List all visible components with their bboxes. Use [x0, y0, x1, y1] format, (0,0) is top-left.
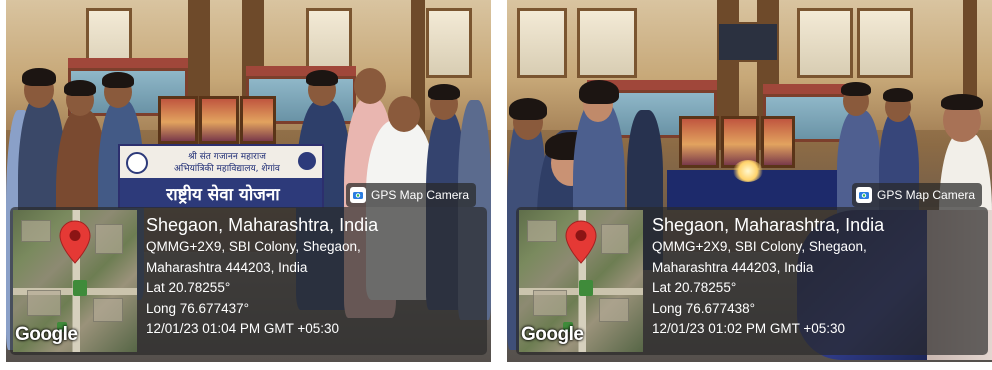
location-pin-icon	[565, 220, 597, 264]
portrait-frame	[199, 96, 239, 144]
window	[797, 8, 853, 78]
person-hair	[941, 94, 983, 110]
person-head	[354, 68, 386, 104]
notice-board	[717, 22, 779, 62]
person-head	[388, 96, 420, 132]
gps-details: Shegaon, Maharashtra, India QMMG+2X9, SB…	[652, 213, 884, 340]
gps-longitude: Long 76.677437°	[146, 300, 249, 316]
map-thumbnail: Google	[13, 210, 137, 352]
person-hair	[579, 80, 619, 104]
map-thumbnail: Google	[519, 210, 643, 352]
gps-datetime: 12/01/23 01:02 PM GMT +05:30	[652, 321, 846, 336]
gps-address-line-1: QMMG+2X9, SBI Colony, Shegaon,	[652, 239, 867, 254]
person-hair	[306, 70, 338, 86]
gps-address-line-1: QMMG+2X9, SBI Colony, Shegaon,	[146, 239, 361, 254]
portrait-frame	[240, 96, 276, 144]
gps-camera-tag: GPS Map Camera	[346, 183, 477, 207]
gps-map-camera-icon	[856, 187, 872, 203]
gps-info-card: Google Shegaon, Maharashtra, India QMMG+…	[516, 207, 988, 355]
location-pin-icon	[59, 220, 91, 264]
gps-details: Shegaon, Maharashtra, India QMMG+2X9, SB…	[146, 213, 378, 340]
google-logo: Google	[15, 324, 78, 345]
portrait-frame	[761, 116, 795, 168]
college-emblem-icon	[126, 152, 148, 174]
window	[577, 8, 637, 78]
google-logo: Google	[521, 324, 584, 345]
person-hair	[428, 84, 460, 100]
portrait-frame	[679, 116, 719, 168]
gps-datetime: 12/01/23 01:04 PM GMT +05:30	[146, 321, 340, 336]
window	[517, 8, 567, 78]
gps-map-camera-icon	[350, 187, 366, 203]
banner-title: राष्ट्रीय सेवा योजना	[166, 185, 280, 205]
person-hair	[509, 98, 547, 120]
gps-address-line-2: Maharashtra 444203, India	[652, 259, 814, 275]
person-hair	[841, 82, 871, 96]
gps-city: Shegaon, Maharashtra, India	[652, 215, 885, 235]
person-hair	[64, 80, 96, 96]
gps-latitude: Lat 20.78255°	[652, 280, 737, 295]
window	[857, 8, 913, 78]
gps-city: Shegaon, Maharashtra, India	[146, 215, 379, 235]
gps-app-label: GPS Map Camera	[371, 188, 470, 202]
portrait-frame	[158, 96, 198, 144]
gps-info-card: Google Shegaon, Maharashtra, India QMMG+…	[10, 207, 487, 355]
gps-app-label: GPS Map Camera	[877, 188, 976, 202]
person-hair	[102, 72, 134, 88]
window	[426, 8, 472, 78]
diya-lamp	[733, 160, 763, 182]
gps-camera-tag: GPS Map Camera	[852, 183, 983, 207]
event-photo-left: श्री संत गजानन महाराज अभियांत्रिकी महावि…	[6, 0, 491, 362]
person-hair	[883, 88, 913, 102]
nss-banner: श्री संत गजानन महाराज अभियांत्रिकी महावि…	[118, 144, 324, 208]
event-photo-right: GPS Map Camera Google Shegaon, Maharasht…	[507, 0, 992, 362]
gps-address-line-2: Maharashtra 444203, India	[146, 259, 308, 275]
banner-line-2: अभियांत्रिकी महाविद्यालय, शेगांव	[174, 164, 280, 174]
gps-latitude: Lat 20.78255°	[146, 280, 231, 295]
gps-longitude: Long 76.677438°	[652, 300, 755, 316]
person-hair	[22, 68, 56, 86]
